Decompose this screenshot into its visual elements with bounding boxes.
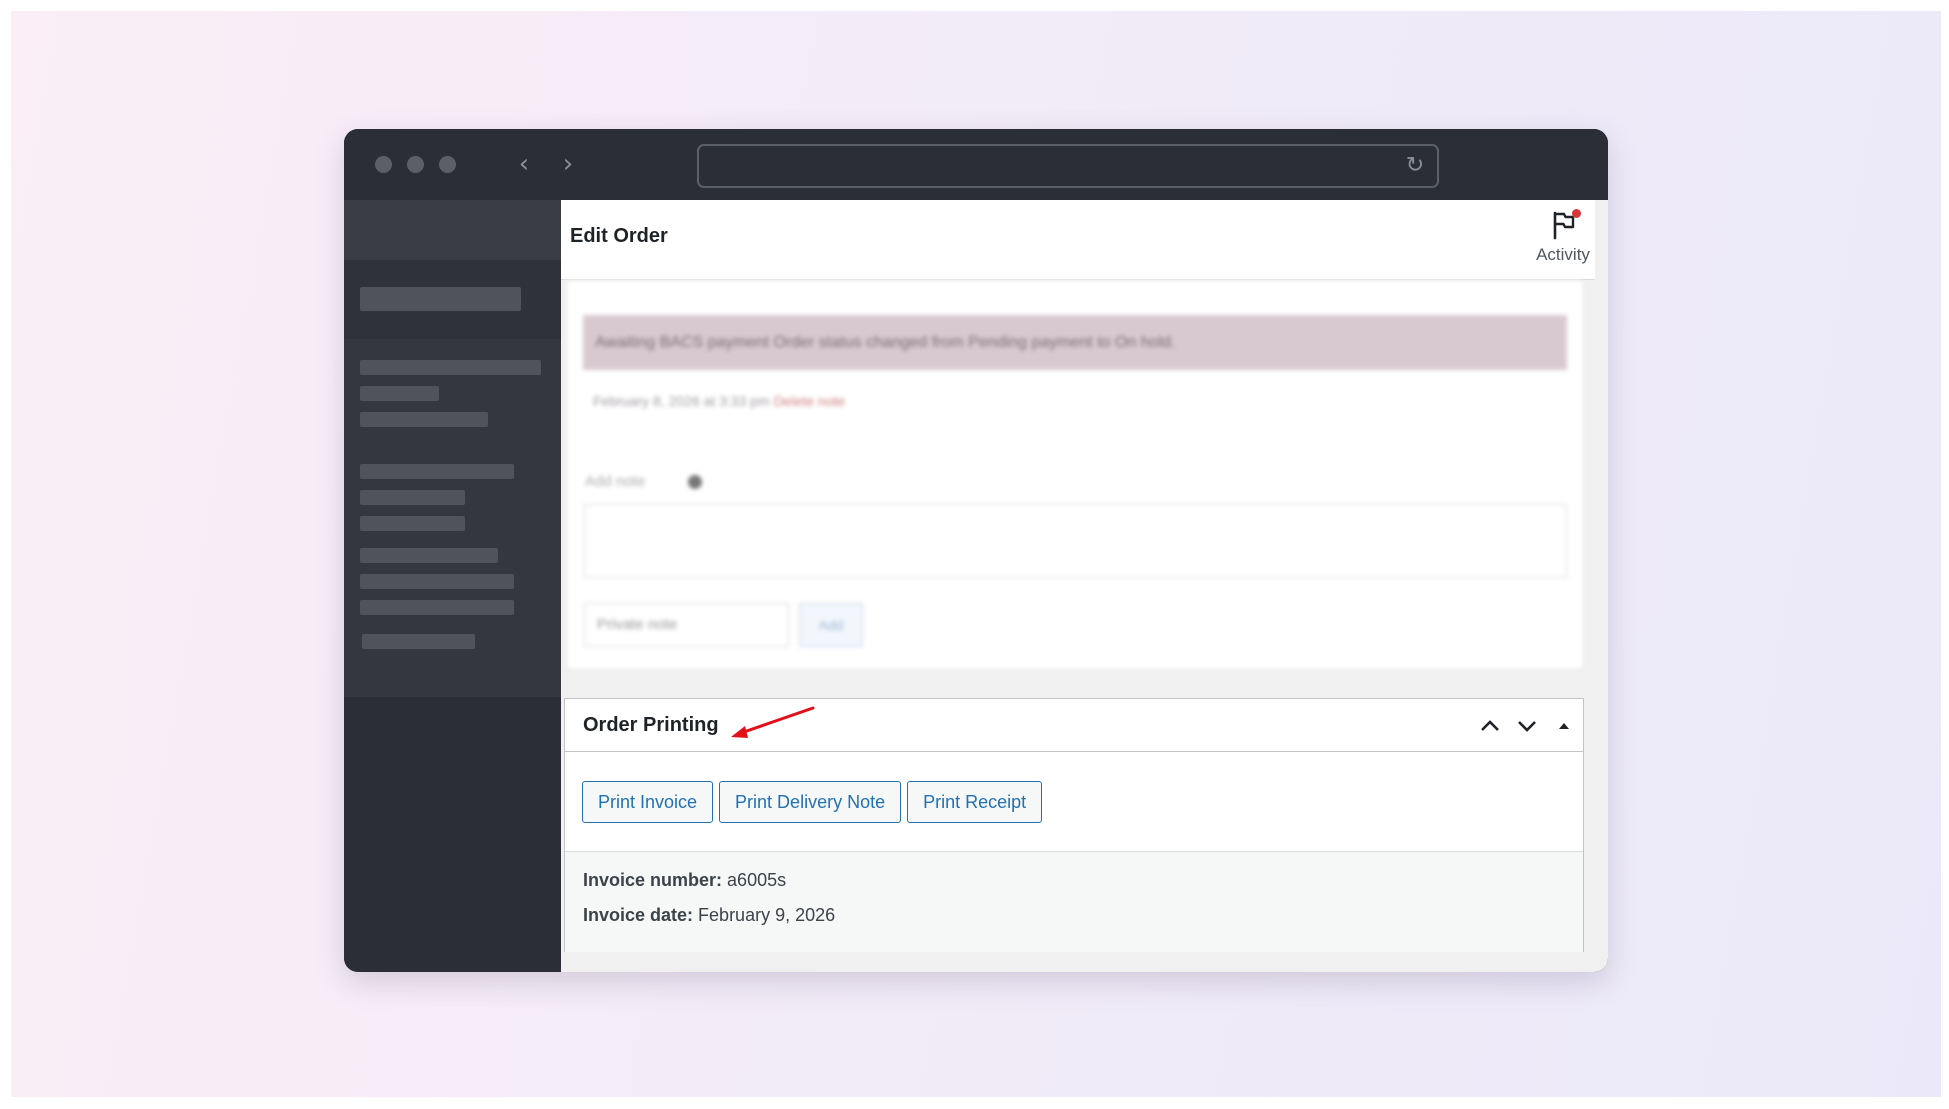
sidebar-item[interactable] bbox=[360, 360, 541, 375]
print-delivery-note-button[interactable]: Print Delivery Note bbox=[719, 781, 902, 823]
sidebar-item[interactable] bbox=[360, 490, 465, 505]
note-date: February 8, 2026 at 3:33 pm bbox=[593, 393, 770, 409]
help-icon[interactable] bbox=[688, 475, 702, 489]
reload-icon[interactable]: ↻ bbox=[1403, 154, 1427, 178]
browser-titlebar: ‹ › ↻ bbox=[344, 129, 1608, 200]
main-content: Edit Order Activity Awaiting BACS paymen… bbox=[561, 200, 1608, 972]
add-note-label: Add note bbox=[585, 473, 646, 490]
chevron-up-icon[interactable] bbox=[1476, 712, 1504, 740]
forward-icon[interactable]: › bbox=[556, 151, 580, 177]
invoice-number-label: Invoice number: bbox=[583, 870, 723, 890]
annotation-arrow-icon bbox=[731, 706, 815, 738]
note-type-select[interactable]: Private note bbox=[584, 603, 789, 647]
sidebar-item[interactable] bbox=[360, 386, 439, 401]
order-printing-header: Order Printing bbox=[565, 699, 1583, 752]
chevron-down-icon[interactable] bbox=[1513, 712, 1541, 740]
sidebar-header bbox=[344, 200, 561, 260]
invoice-number-value: a6005s bbox=[727, 870, 787, 890]
page-header: Edit Order Activity bbox=[561, 200, 1595, 280]
order-note: Awaiting BACS payment Order status chang… bbox=[583, 315, 1567, 370]
collapse-toggle-icon[interactable] bbox=[1550, 712, 1578, 740]
sidebar-item[interactable] bbox=[360, 287, 521, 311]
delete-note-link[interactable]: Delete note bbox=[774, 393, 846, 409]
invoice-number-line: Invoice number: a6005s bbox=[583, 870, 786, 891]
minimize-dot[interactable] bbox=[407, 156, 424, 173]
sidebar-item[interactable] bbox=[360, 412, 488, 427]
back-icon[interactable]: ‹ bbox=[512, 151, 536, 177]
invoice-meta: Invoice number: a6005s Invoice date: Feb… bbox=[565, 851, 1583, 952]
sidebar-item[interactable] bbox=[360, 516, 465, 531]
browser-window: ‹ › ↻ Edit Order Activity Awaiting BACS … bbox=[344, 129, 1608, 972]
order-notes-box: Awaiting BACS payment Order status chang… bbox=[566, 280, 1584, 670]
admin-sidebar bbox=[344, 200, 561, 972]
sidebar-item[interactable] bbox=[360, 548, 498, 563]
invoice-date-line: Invoice date: February 9, 2026 bbox=[583, 905, 835, 926]
notification-dot bbox=[1572, 209, 1581, 218]
print-button-row: Print Invoice Print Delivery Note Print … bbox=[582, 781, 1043, 823]
invoice-date-label: Invoice date: bbox=[583, 905, 694, 925]
print-receipt-button[interactable]: Print Receipt bbox=[907, 781, 1043, 823]
invoice-date-value: February 9, 2026 bbox=[698, 905, 836, 925]
order-notes-section: Awaiting BACS payment Order status chang… bbox=[561, 280, 1595, 670]
activity-label: Activity bbox=[1536, 245, 1590, 264]
print-invoice-button[interactable]: Print Invoice bbox=[582, 781, 714, 823]
maximize-dot[interactable] bbox=[439, 156, 456, 173]
sidebar-item[interactable] bbox=[360, 464, 514, 479]
address-bar[interactable]: ↻ bbox=[697, 144, 1439, 188]
sidebar-section bbox=[344, 260, 561, 339]
note-meta: February 8, 2026 at 3:33 pm Delete note bbox=[593, 393, 845, 409]
add-note-button[interactable]: Add bbox=[799, 603, 863, 647]
sidebar-item[interactable] bbox=[360, 574, 514, 589]
close-dot[interactable] bbox=[375, 156, 392, 173]
page-title: Edit Order bbox=[570, 225, 668, 247]
order-printing-title: Order Printing bbox=[583, 714, 719, 736]
sidebar-item[interactable] bbox=[362, 634, 475, 649]
activity-button[interactable]: Activity bbox=[1531, 208, 1595, 270]
order-printing-box: Order Printing Print Invoice Print Deliv… bbox=[564, 698, 1584, 952]
sidebar-item[interactable] bbox=[360, 600, 514, 615]
sidebar-submenu bbox=[344, 339, 561, 697]
note-textarea[interactable] bbox=[584, 504, 1567, 578]
